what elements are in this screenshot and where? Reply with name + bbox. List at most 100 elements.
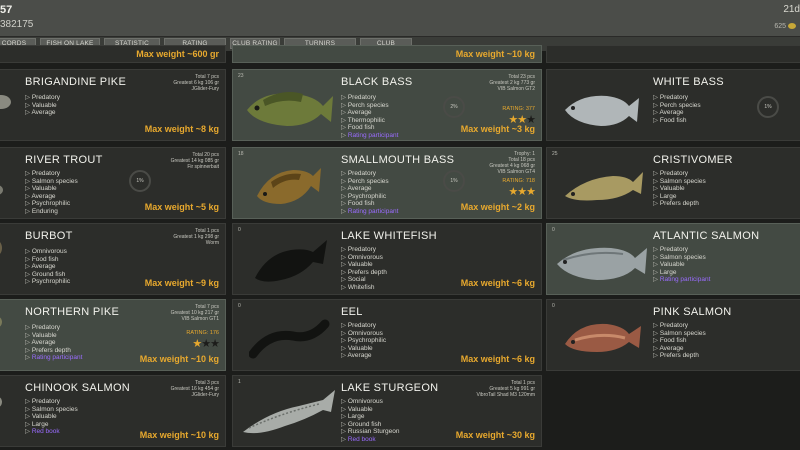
card-smallmouth-bass[interactable]: 18 SMALLMOUTH BASS Trophy: 1 Total 18 pcs…: [232, 147, 542, 219]
max-weight: Max weight ~10 kg: [139, 354, 219, 364]
catch-count: 0: [238, 303, 241, 309]
black-bass-image: [247, 92, 333, 126]
card-black-bass[interactable]: 23 BLACK BASS Total 23 pcs Greatest 2 kg …: [232, 69, 542, 141]
fish-traits: PredatorySalmon speciesValuableLarge Red…: [25, 398, 78, 436]
max-weight: Max weight ~3 kg: [460, 124, 535, 134]
fish-name: BRIGANDINE PIKE: [25, 76, 127, 88]
rating-participant-label: Rating participant: [341, 132, 399, 140]
rating-stars: ★★★: [508, 186, 536, 198]
catch-count: 0: [552, 227, 555, 233]
eel-silhouette: [249, 319, 330, 359]
catch-percent-ring: 2%: [443, 96, 465, 118]
fish-name: PINK SALMON: [653, 306, 732, 318]
fish-grid: Max weight ~600 gr Max weight ~10 kg BRI…: [0, 45, 800, 450]
fish-traits: PredatorySalmon speciesValuableLarge Rat…: [653, 246, 711, 284]
card-lake-sturgeon[interactable]: 1 LAKE STURGEON Total 1 pcs Greatest 5 kg…: [232, 375, 542, 447]
lake-sturgeon-image: [243, 390, 335, 434]
fish-traits: PredatoryOmnivorousValuablePrefers depth…: [341, 246, 387, 292]
rating-participant-label: Rating participant: [341, 208, 399, 216]
rating-value: RATING: 718: [502, 178, 535, 184]
catch-stats: Total 20 pcs Greatest 14 kg 085 gr Fir spi…: [170, 152, 219, 170]
cristivomer-image: [565, 172, 643, 201]
rating-participant-label: Rating participant: [25, 354, 83, 362]
max-weight: Max weight ~5 kg: [144, 202, 219, 212]
card-lake-whitefish[interactable]: 0 LAKE WHITEFISH PredatoryOmnivorousValu…: [232, 223, 542, 295]
catch-count: 0: [552, 303, 555, 309]
max-weight: Max weight ~2 kg: [460, 202, 535, 212]
fish-name: RIVER TROUT: [25, 154, 103, 166]
fish-traits: PredatoryValuableAveragePrefers depth Ra…: [25, 324, 82, 362]
catch-stats: Total 23 pcs Greatest 2 kg 773 gr VIB Salm…: [489, 74, 535, 92]
catch-count: 23: [238, 73, 244, 79]
card-atlantic-salmon[interactable]: 0 ATLANTIC SALMON PredatorySalmon specie…: [546, 223, 800, 295]
burbot-image: [0, 242, 2, 254]
max-weight: Max weight ~30 kg: [455, 430, 535, 440]
card-partial-top-right[interactable]: [546, 45, 800, 63]
brigandine-pike-image: [0, 95, 11, 109]
card-brigandine-pike[interactable]: BRIGANDINE PIKE Total 7 pcs Greatest 6 kg…: [0, 69, 226, 141]
fish-name: CRISTIVOMER: [653, 154, 733, 166]
northern-pike-image: [0, 317, 2, 327]
catch-percent-ring: 1%: [443, 170, 465, 192]
fish-name: ATLANTIC SALMON: [653, 230, 760, 242]
card-river-trout[interactable]: RIVER TROUT Total 20 pcs Greatest 14 kg 0…: [0, 147, 226, 219]
coin-icon: [788, 23, 796, 30]
player-id: 382175: [0, 19, 34, 30]
max-weight: Max weight ~10 kg: [455, 49, 535, 59]
red-book-label: Red book: [341, 436, 399, 444]
max-weight: Max weight ~9 kg: [144, 278, 219, 288]
fish-name: EEL: [341, 306, 363, 318]
catch-stats: Total 7 pcs Greatest 10 kg 217 gr VIB Salm…: [170, 304, 219, 322]
catch-stats: Total 3 pcs Greatest 16 kg 454 gr JGlider-…: [170, 380, 219, 398]
max-weight: Max weight ~6 kg: [460, 278, 535, 288]
card-chinook-salmon[interactable]: CHINOOK SALMON Total 3 pcs Greatest 16 kg…: [0, 375, 226, 447]
smallmouth-bass-image: [257, 168, 321, 204]
rating-participant-label: Rating participant: [653, 276, 711, 284]
card-eel[interactable]: 0 EEL PredatoryOmnivorousPsychrophilicVa…: [232, 299, 542, 371]
currency-counter: 625: [774, 23, 796, 30]
card-pink-salmon[interactable]: 0 PINK SALMON PredatorySalmon speciesFoo…: [546, 299, 800, 371]
catch-stats: Trophy: 1 Total 18 pcs Greatest 4 kg 068 g…: [489, 151, 535, 175]
fish-name: WHITE BASS: [653, 76, 724, 88]
max-weight: Max weight ~600 gr: [136, 49, 219, 59]
max-weight: Max weight ~10 kg: [139, 430, 219, 440]
fish-name: LAKE WHITEFISH: [341, 230, 437, 242]
profile-header: 57 382175 21d 625: [0, 0, 800, 37]
card-partial-top-middle[interactable]: Max weight ~10 kg: [232, 45, 542, 63]
river-trout-image: [0, 185, 3, 195]
catch-count: 18: [238, 151, 244, 157]
chinook-salmon-image: [0, 397, 2, 407]
rating-value: RATING: 176: [186, 330, 219, 336]
card-cristivomer[interactable]: 25 CRISTIVOMER PredatorySalmon speciesVa…: [546, 147, 800, 219]
card-burbot[interactable]: BURBOT Total 1 pcs Greatest 1 kg 298 gr Wo…: [0, 223, 226, 295]
lake-whitefish-silhouette: [255, 240, 327, 282]
fish-traits: PredatorySalmon speciesValuableLargePref…: [653, 170, 706, 208]
fish-traits: PredatoryValuableAverage: [25, 94, 60, 117]
card-partial-top-left[interactable]: Max weight ~600 gr: [0, 45, 226, 63]
catch-stats: Total 7 pcs Greatest 6 kg 106 gr JGlider-F…: [173, 74, 219, 92]
catch-stats: Total 1 pcs Greatest 1 kg 298 gr Worm: [173, 228, 219, 246]
player-name: 57: [0, 4, 13, 16]
fish-traits: PredatoryOmnivorousPsychrophilicValuable…: [341, 322, 386, 360]
red-book-label: Red book: [25, 428, 78, 436]
white-bass-image: [565, 95, 639, 126]
catch-stats: Total 1 pcs Greatest 5 kg 991 gr VibroTail…: [476, 380, 535, 398]
fish-traits: PredatoryPerch speciesAveragePsychrophil…: [341, 170, 398, 216]
fish-traits: OmnivorousValuableLargeGround fishRussia…: [341, 398, 400, 444]
max-weight: Max weight ~6 kg: [460, 354, 535, 364]
atlantic-salmon-image: [557, 247, 647, 280]
card-white-bass[interactable]: WHITE BASS PredatoryPerch speciesAverage…: [546, 69, 800, 141]
pink-salmon-image: [565, 323, 641, 352]
fish-traits: PredatoryPerch speciesAverageFood fish: [653, 94, 700, 124]
fish-name: BURBOT: [25, 230, 73, 242]
fish-name: BLACK BASS: [341, 76, 413, 88]
card-northern-pike[interactable]: NORTHERN PIKE Total 7 pcs Greatest 10 kg …: [0, 299, 226, 371]
rating-stars: ★★★: [192, 338, 220, 350]
fish-name: NORTHERN PIKE: [25, 306, 120, 318]
catch-count: 25: [552, 151, 558, 157]
catch-percent-ring: 1%: [129, 170, 151, 192]
max-weight: Max weight ~8 kg: [144, 124, 219, 134]
catch-percent-ring: 1%: [757, 96, 779, 118]
fish-traits: PredatoryPerch speciesAverageThermophili…: [341, 94, 398, 140]
fish-traits: PredatorySalmon speciesValuableAveragePs…: [25, 170, 77, 216]
